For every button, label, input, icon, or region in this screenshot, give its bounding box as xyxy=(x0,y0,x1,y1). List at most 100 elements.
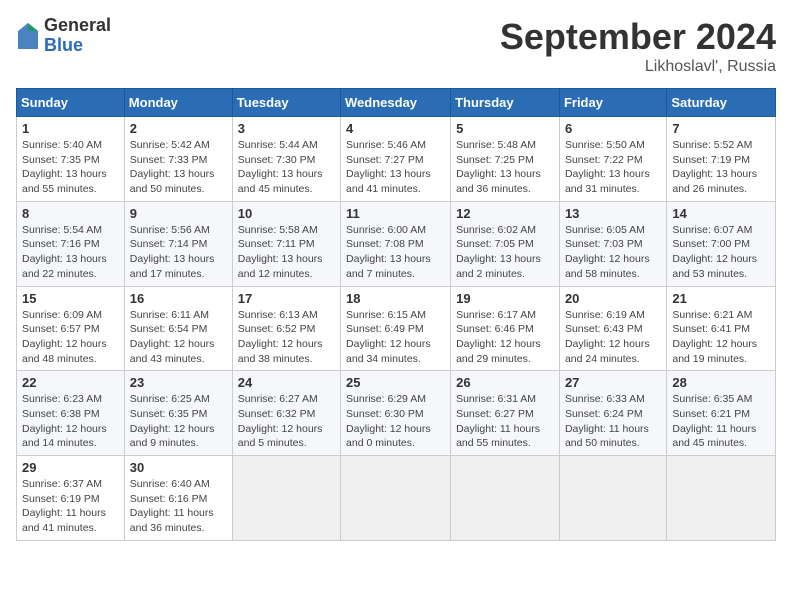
day-info: Sunrise: 5:54 AM Sunset: 7:16 PM Dayligh… xyxy=(22,223,119,282)
day-number: 27 xyxy=(565,375,661,390)
col-monday: Monday xyxy=(124,89,232,117)
calendar-cell: 4 Sunrise: 5:46 AM Sunset: 7:27 PM Dayli… xyxy=(341,117,451,202)
day-info: Sunrise: 6:35 AM Sunset: 6:21 PM Dayligh… xyxy=(672,392,770,451)
day-number: 8 xyxy=(22,206,119,221)
calendar-cell: 16 Sunrise: 6:11 AM Sunset: 6:54 PM Dayl… xyxy=(124,286,232,371)
calendar-cell: 18 Sunrise: 6:15 AM Sunset: 6:49 PM Dayl… xyxy=(341,286,451,371)
calendar-cell: 25 Sunrise: 6:29 AM Sunset: 6:30 PM Dayl… xyxy=(341,371,451,456)
day-info: Sunrise: 6:33 AM Sunset: 6:24 PM Dayligh… xyxy=(565,392,661,451)
day-number: 22 xyxy=(22,375,119,390)
day-number: 16 xyxy=(130,291,227,306)
day-info: Sunrise: 6:09 AM Sunset: 6:57 PM Dayligh… xyxy=(22,308,119,367)
calendar-cell: 12 Sunrise: 6:02 AM Sunset: 7:05 PM Dayl… xyxy=(451,201,560,286)
day-number: 28 xyxy=(672,375,770,390)
calendar-cell: 27 Sunrise: 6:33 AM Sunset: 6:24 PM Dayl… xyxy=(559,371,666,456)
col-wednesday: Wednesday xyxy=(341,89,451,117)
month-title: September 2024 xyxy=(500,16,776,58)
calendar-row-2: 8 Sunrise: 5:54 AM Sunset: 7:16 PM Dayli… xyxy=(17,201,776,286)
calendar-cell: 22 Sunrise: 6:23 AM Sunset: 6:38 PM Dayl… xyxy=(17,371,125,456)
day-number: 30 xyxy=(130,460,227,475)
day-info: Sunrise: 5:52 AM Sunset: 7:19 PM Dayligh… xyxy=(672,138,770,197)
day-info: Sunrise: 6:13 AM Sunset: 6:52 PM Dayligh… xyxy=(238,308,335,367)
calendar-row-1: 1 Sunrise: 5:40 AM Sunset: 7:35 PM Dayli… xyxy=(17,117,776,202)
calendar-cell: 11 Sunrise: 6:00 AM Sunset: 7:08 PM Dayl… xyxy=(341,201,451,286)
day-number: 9 xyxy=(130,206,227,221)
day-number: 14 xyxy=(672,206,770,221)
day-info: Sunrise: 6:05 AM Sunset: 7:03 PM Dayligh… xyxy=(565,223,661,282)
day-info: Sunrise: 6:15 AM Sunset: 6:49 PM Dayligh… xyxy=(346,308,445,367)
calendar-row-5: 29 Sunrise: 6:37 AM Sunset: 6:19 PM Dayl… xyxy=(17,456,776,541)
page-header: General Blue September 2024 Likhoslavl',… xyxy=(16,16,776,76)
logo-text: General Blue xyxy=(44,16,111,56)
calendar-cell: 30 Sunrise: 6:40 AM Sunset: 6:16 PM Dayl… xyxy=(124,456,232,541)
calendar-cell xyxy=(667,456,776,541)
day-number: 25 xyxy=(346,375,445,390)
day-info: Sunrise: 6:17 AM Sunset: 6:46 PM Dayligh… xyxy=(456,308,554,367)
day-info: Sunrise: 5:56 AM Sunset: 7:14 PM Dayligh… xyxy=(130,223,227,282)
day-number: 21 xyxy=(672,291,770,306)
col-tuesday: Tuesday xyxy=(232,89,340,117)
calendar-cell: 20 Sunrise: 6:19 AM Sunset: 6:43 PM Dayl… xyxy=(559,286,666,371)
calendar-cell: 8 Sunrise: 5:54 AM Sunset: 7:16 PM Dayli… xyxy=(17,201,125,286)
calendar-cell: 17 Sunrise: 6:13 AM Sunset: 6:52 PM Dayl… xyxy=(232,286,340,371)
day-info: Sunrise: 6:27 AM Sunset: 6:32 PM Dayligh… xyxy=(238,392,335,451)
calendar-cell xyxy=(559,456,666,541)
logo: General Blue xyxy=(16,16,111,56)
calendar-table: Sunday Monday Tuesday Wednesday Thursday… xyxy=(16,88,776,541)
calendar-cell: 3 Sunrise: 5:44 AM Sunset: 7:30 PM Dayli… xyxy=(232,117,340,202)
day-info: Sunrise: 6:02 AM Sunset: 7:05 PM Dayligh… xyxy=(456,223,554,282)
calendar-cell: 2 Sunrise: 5:42 AM Sunset: 7:33 PM Dayli… xyxy=(124,117,232,202)
col-sunday: Sunday xyxy=(17,89,125,117)
day-info: Sunrise: 5:58 AM Sunset: 7:11 PM Dayligh… xyxy=(238,223,335,282)
calendar-cell: 28 Sunrise: 6:35 AM Sunset: 6:21 PM Dayl… xyxy=(667,371,776,456)
day-number: 20 xyxy=(565,291,661,306)
day-info: Sunrise: 5:42 AM Sunset: 7:33 PM Dayligh… xyxy=(130,138,227,197)
day-number: 29 xyxy=(22,460,119,475)
calendar-row-3: 15 Sunrise: 6:09 AM Sunset: 6:57 PM Dayl… xyxy=(17,286,776,371)
calendar-cell: 14 Sunrise: 6:07 AM Sunset: 7:00 PM Dayl… xyxy=(667,201,776,286)
day-number: 18 xyxy=(346,291,445,306)
title-block: September 2024 Likhoslavl', Russia xyxy=(500,16,776,76)
location: Likhoslavl', Russia xyxy=(500,58,776,76)
day-number: 4 xyxy=(346,121,445,136)
day-info: Sunrise: 6:31 AM Sunset: 6:27 PM Dayligh… xyxy=(456,392,554,451)
day-number: 3 xyxy=(238,121,335,136)
day-info: Sunrise: 5:40 AM Sunset: 7:35 PM Dayligh… xyxy=(22,138,119,197)
calendar-cell xyxy=(232,456,340,541)
calendar-cell: 19 Sunrise: 6:17 AM Sunset: 6:46 PM Dayl… xyxy=(451,286,560,371)
day-info: Sunrise: 5:50 AM Sunset: 7:22 PM Dayligh… xyxy=(565,138,661,197)
day-number: 7 xyxy=(672,121,770,136)
day-info: Sunrise: 6:37 AM Sunset: 6:19 PM Dayligh… xyxy=(22,477,119,536)
day-info: Sunrise: 5:48 AM Sunset: 7:25 PM Dayligh… xyxy=(456,138,554,197)
day-info: Sunrise: 6:40 AM Sunset: 6:16 PM Dayligh… xyxy=(130,477,227,536)
day-number: 17 xyxy=(238,291,335,306)
day-number: 24 xyxy=(238,375,335,390)
day-info: Sunrise: 6:07 AM Sunset: 7:00 PM Dayligh… xyxy=(672,223,770,282)
calendar-header-row: Sunday Monday Tuesday Wednesday Thursday… xyxy=(17,89,776,117)
day-info: Sunrise: 5:44 AM Sunset: 7:30 PM Dayligh… xyxy=(238,138,335,197)
logo-blue-text: Blue xyxy=(44,36,111,56)
col-friday: Friday xyxy=(559,89,666,117)
calendar-cell: 9 Sunrise: 5:56 AM Sunset: 7:14 PM Dayli… xyxy=(124,201,232,286)
calendar-cell: 29 Sunrise: 6:37 AM Sunset: 6:19 PM Dayl… xyxy=(17,456,125,541)
calendar-cell xyxy=(341,456,451,541)
day-number: 13 xyxy=(565,206,661,221)
day-number: 12 xyxy=(456,206,554,221)
logo-general-text: General xyxy=(44,16,111,36)
calendar-cell: 24 Sunrise: 6:27 AM Sunset: 6:32 PM Dayl… xyxy=(232,371,340,456)
calendar-cell xyxy=(451,456,560,541)
calendar-cell: 13 Sunrise: 6:05 AM Sunset: 7:03 PM Dayl… xyxy=(559,201,666,286)
calendar-cell: 26 Sunrise: 6:31 AM Sunset: 6:27 PM Dayl… xyxy=(451,371,560,456)
calendar-cell: 15 Sunrise: 6:09 AM Sunset: 6:57 PM Dayl… xyxy=(17,286,125,371)
day-info: Sunrise: 6:11 AM Sunset: 6:54 PM Dayligh… xyxy=(130,308,227,367)
day-info: Sunrise: 5:46 AM Sunset: 7:27 PM Dayligh… xyxy=(346,138,445,197)
day-info: Sunrise: 6:00 AM Sunset: 7:08 PM Dayligh… xyxy=(346,223,445,282)
calendar-cell: 6 Sunrise: 5:50 AM Sunset: 7:22 PM Dayli… xyxy=(559,117,666,202)
day-number: 11 xyxy=(346,206,445,221)
day-number: 1 xyxy=(22,121,119,136)
day-info: Sunrise: 6:23 AM Sunset: 6:38 PM Dayligh… xyxy=(22,392,119,451)
day-info: Sunrise: 6:29 AM Sunset: 6:30 PM Dayligh… xyxy=(346,392,445,451)
calendar-cell: 21 Sunrise: 6:21 AM Sunset: 6:41 PM Dayl… xyxy=(667,286,776,371)
col-saturday: Saturday xyxy=(667,89,776,117)
calendar-cell: 1 Sunrise: 5:40 AM Sunset: 7:35 PM Dayli… xyxy=(17,117,125,202)
